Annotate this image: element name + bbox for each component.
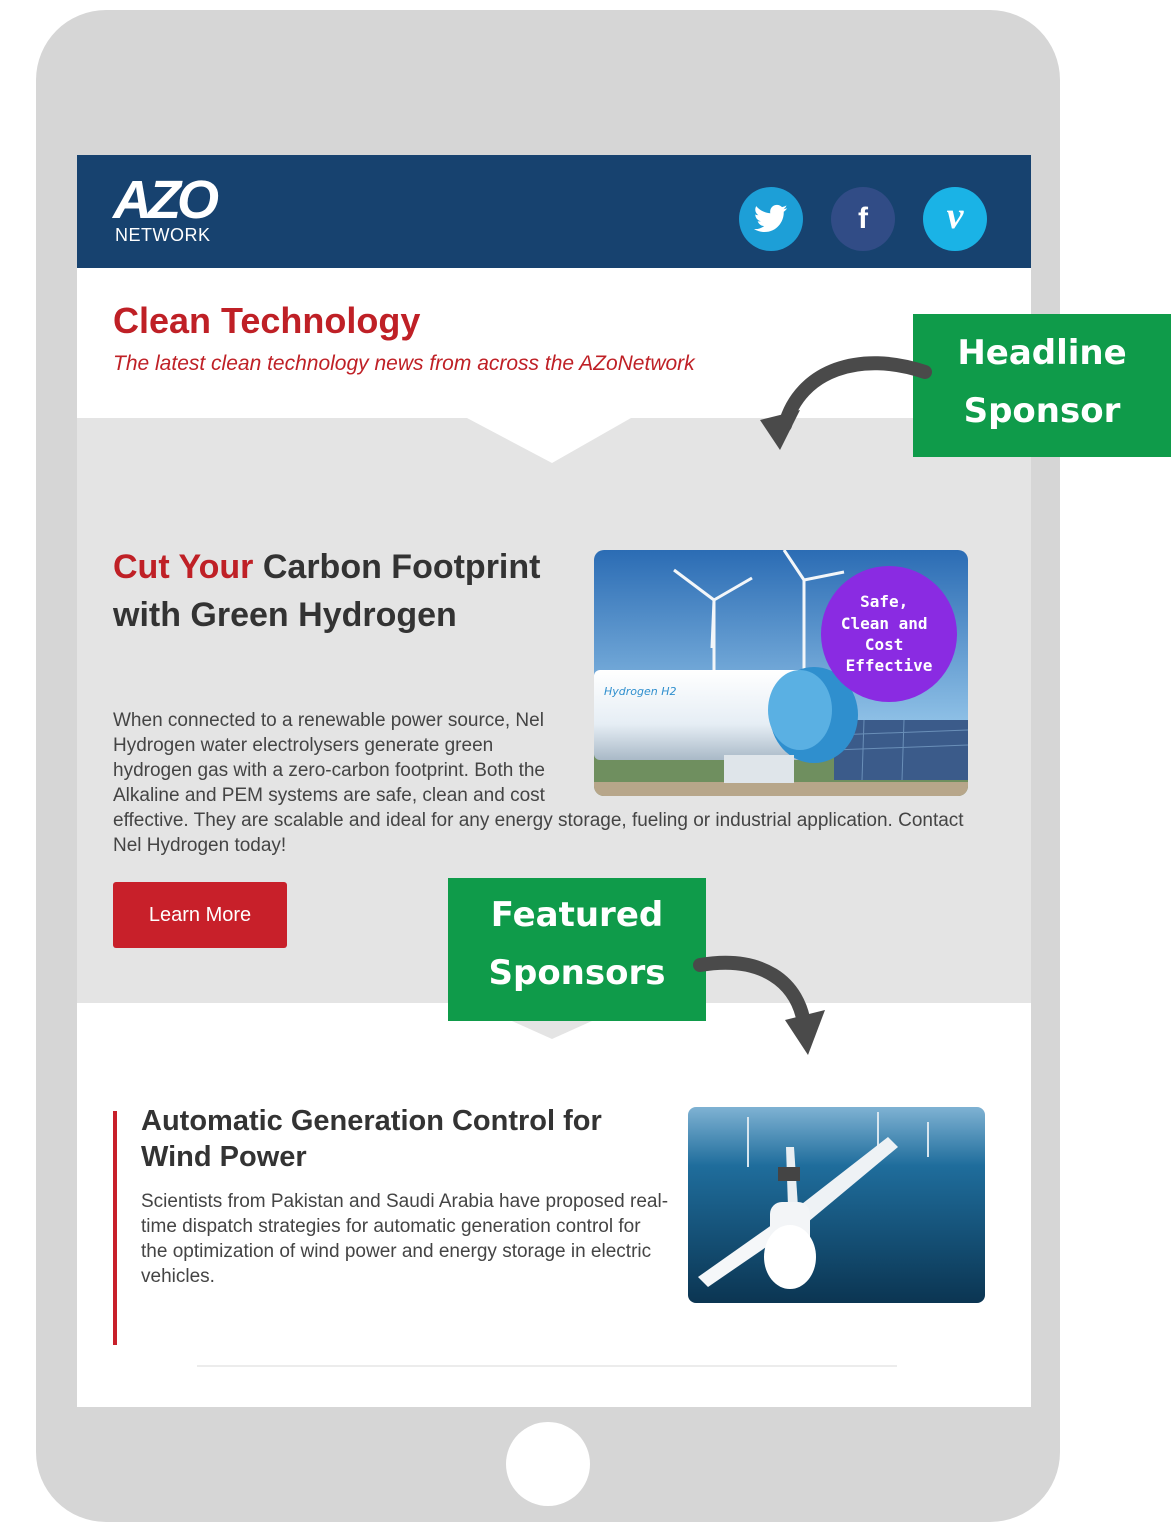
facebook-glyph: f bbox=[858, 202, 868, 235]
email-screen: AZO NETWORK f v Clean Technology The lat… bbox=[77, 155, 1031, 1407]
divider bbox=[197, 1365, 897, 1367]
logo-sub-text: NETWORK bbox=[115, 225, 211, 245]
logo-main-text: AZO bbox=[113, 170, 219, 230]
badge-line-2: Clean and bbox=[841, 614, 928, 633]
facebook-icon[interactable]: f bbox=[831, 187, 895, 251]
callout-line-1: Headline bbox=[957, 333, 1127, 373]
callout-line-2: Sponsor bbox=[963, 391, 1121, 431]
twitter-icon[interactable] bbox=[739, 187, 803, 251]
callout-line-2: Sponsors bbox=[488, 953, 666, 993]
callout-line-1: Featured bbox=[490, 895, 664, 935]
wind-turbine-image[interactable] bbox=[688, 1107, 985, 1303]
page-subtitle: The latest clean technology news from ac… bbox=[113, 352, 695, 375]
headline-sponsor-callout: Headline Sponsor bbox=[913, 314, 1171, 457]
title-area: Clean Technology The latest clean techno… bbox=[77, 268, 1031, 418]
badge-line-1: Safe, bbox=[860, 592, 908, 611]
article-body: Scientists from Pakistan and Saudi Arabi… bbox=[141, 1191, 669, 1287]
badge-line-4: Effective bbox=[846, 656, 933, 675]
page-title: Clean Technology bbox=[113, 300, 421, 341]
article-title[interactable]: Automatic Generation Control for Wind Po… bbox=[141, 1103, 661, 1175]
featured-sponsors-callout: Featured Sponsors bbox=[448, 878, 706, 1021]
vimeo-icon[interactable]: v bbox=[923, 187, 987, 251]
headline-title-accent: Cut Your bbox=[113, 548, 254, 586]
azo-logo[interactable]: AZO NETWORK bbox=[113, 170, 219, 245]
home-button[interactable] bbox=[506, 1422, 590, 1506]
headline-body: When connected to a renewable power sour… bbox=[113, 708, 965, 858]
featured-sponsors-section: Automatic Generation Control for Wind Po… bbox=[77, 1003, 1031, 1407]
wind-turbine-illustration bbox=[688, 1107, 985, 1303]
tank-label: Hydrogen H2 bbox=[604, 685, 677, 698]
learn-more-button[interactable]: Learn More bbox=[113, 882, 287, 948]
vimeo-glyph: v bbox=[946, 195, 964, 237]
section-notch bbox=[77, 418, 1031, 463]
article-accent-bar bbox=[113, 1111, 117, 1345]
twitter-bird-icon bbox=[754, 204, 788, 233]
badge-line-3: Cost bbox=[865, 635, 904, 654]
headline-title[interactable]: Cut Your Carbon Footprint with Green Hyd… bbox=[113, 543, 553, 639]
email-header: AZO NETWORK f v bbox=[77, 155, 1031, 268]
